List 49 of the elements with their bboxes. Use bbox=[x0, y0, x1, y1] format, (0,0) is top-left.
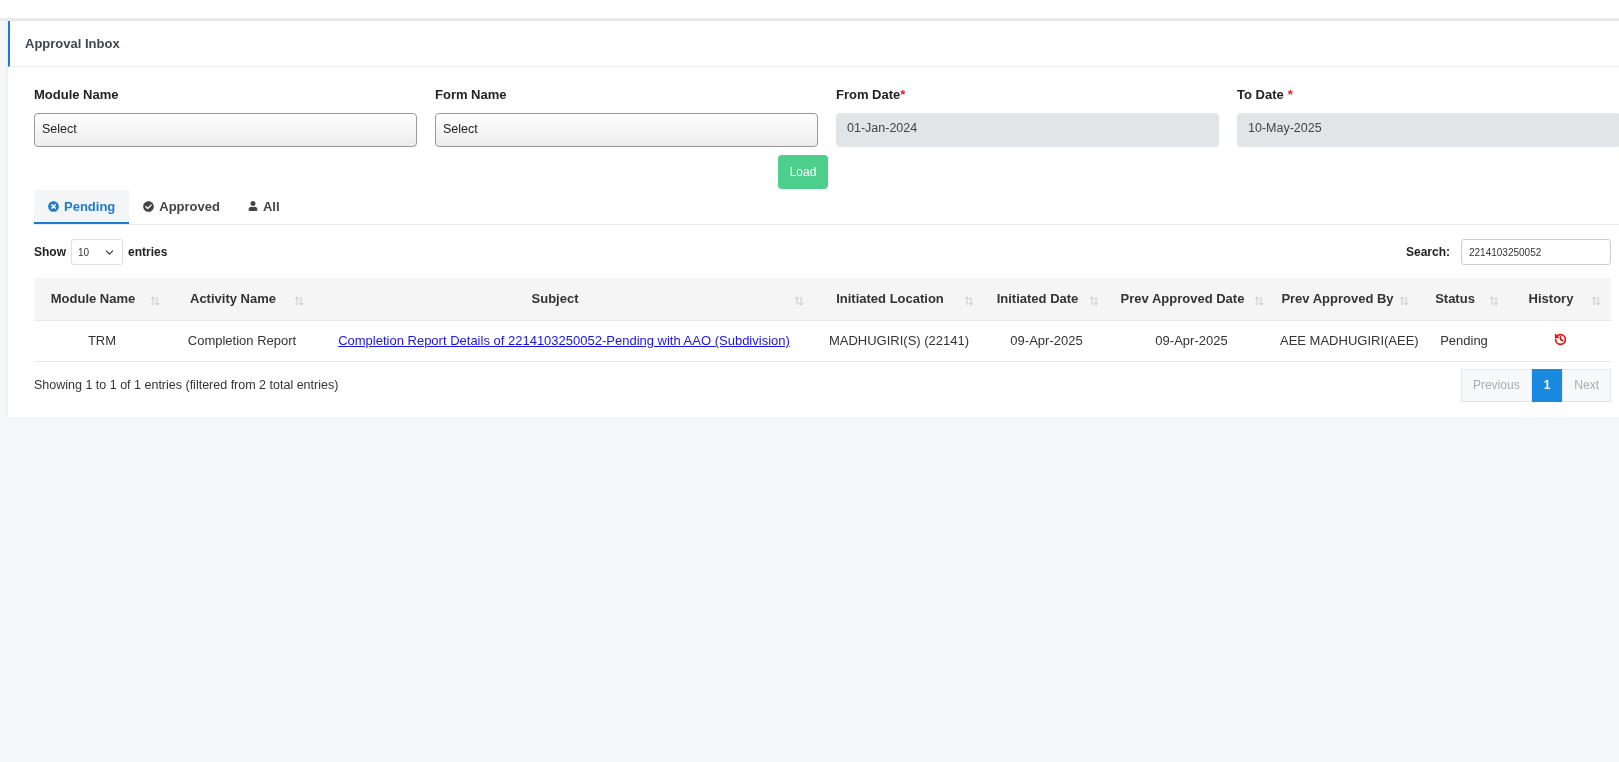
table-cell: 09-Apr-2025 bbox=[1109, 320, 1274, 361]
subject-link[interactable]: Completion Report Details of 2214103250052-Pending with AAO (Subdivision) bbox=[338, 333, 790, 348]
sort-icon bbox=[294, 296, 304, 306]
field-label: To Date bbox=[1237, 87, 1284, 102]
sort-icon bbox=[1254, 296, 1264, 306]
column-header[interactable]: History bbox=[1509, 278, 1611, 320]
table-cell: Completion Report bbox=[170, 320, 314, 361]
required-mark: * bbox=[1287, 87, 1293, 102]
table-cell: 09-Apr-2025 bbox=[984, 320, 1109, 361]
column-header[interactable]: Activity Name bbox=[170, 278, 314, 320]
column-header[interactable]: Initiated Location bbox=[814, 278, 984, 320]
table-info: Showing 1 to 1 of 1 entries (filtered from 2 total entries) bbox=[34, 378, 339, 392]
date-field[interactable]: 01-Jan-2024 bbox=[836, 113, 1219, 147]
sort-icon bbox=[1399, 296, 1409, 306]
column-header[interactable]: Status bbox=[1419, 278, 1509, 320]
user-icon bbox=[247, 201, 258, 211]
column-header[interactable]: Initiated Date bbox=[984, 278, 1109, 320]
sort-icon bbox=[150, 296, 160, 306]
page-title: Approval Inbox bbox=[25, 36, 120, 51]
field-label: From Date bbox=[836, 87, 901, 102]
sort-icon bbox=[1489, 296, 1499, 306]
field-label: Module Name bbox=[34, 87, 119, 102]
date-field[interactable]: 10-May-2025 bbox=[1237, 113, 1619, 147]
select-field[interactable]: Select bbox=[34, 113, 417, 147]
history-icon[interactable] bbox=[1553, 332, 1567, 346]
search-label: Search: bbox=[1405, 245, 1450, 259]
entries-label: entries bbox=[128, 245, 168, 259]
sort-icon bbox=[794, 296, 804, 306]
sort-icon bbox=[964, 296, 974, 306]
show-label: Show bbox=[34, 245, 66, 259]
column-header[interactable]: Module Name bbox=[34, 278, 170, 320]
page-button[interactable]: 1 bbox=[1531, 368, 1563, 402]
tab[interactable]: Approved bbox=[129, 190, 234, 224]
entries-select[interactable]: 10 bbox=[71, 239, 123, 265]
select-field[interactable]: Select bbox=[435, 113, 818, 147]
tab[interactable]: Pending bbox=[34, 190, 130, 224]
table-cell: TRM bbox=[34, 320, 170, 361]
field-label: Form Name bbox=[435, 87, 507, 102]
tab[interactable]: All bbox=[233, 190, 294, 224]
table-cell: Pending bbox=[1419, 320, 1509, 361]
table-cell: AEE MADHUGIRI(AEE) bbox=[1274, 320, 1419, 361]
table-cell: MADHUGIRI(S) (22141) bbox=[814, 320, 984, 361]
required-mark: * bbox=[900, 87, 906, 102]
column-header[interactable]: Prev Approved By bbox=[1274, 278, 1419, 320]
sort-icon bbox=[1089, 296, 1099, 306]
search-field[interactable]: 2214103250052 bbox=[1461, 239, 1611, 265]
column-header[interactable]: Subject bbox=[314, 278, 814, 320]
sort-icon bbox=[1591, 296, 1601, 306]
column-header[interactable]: Prev Approved Date bbox=[1109, 278, 1274, 320]
